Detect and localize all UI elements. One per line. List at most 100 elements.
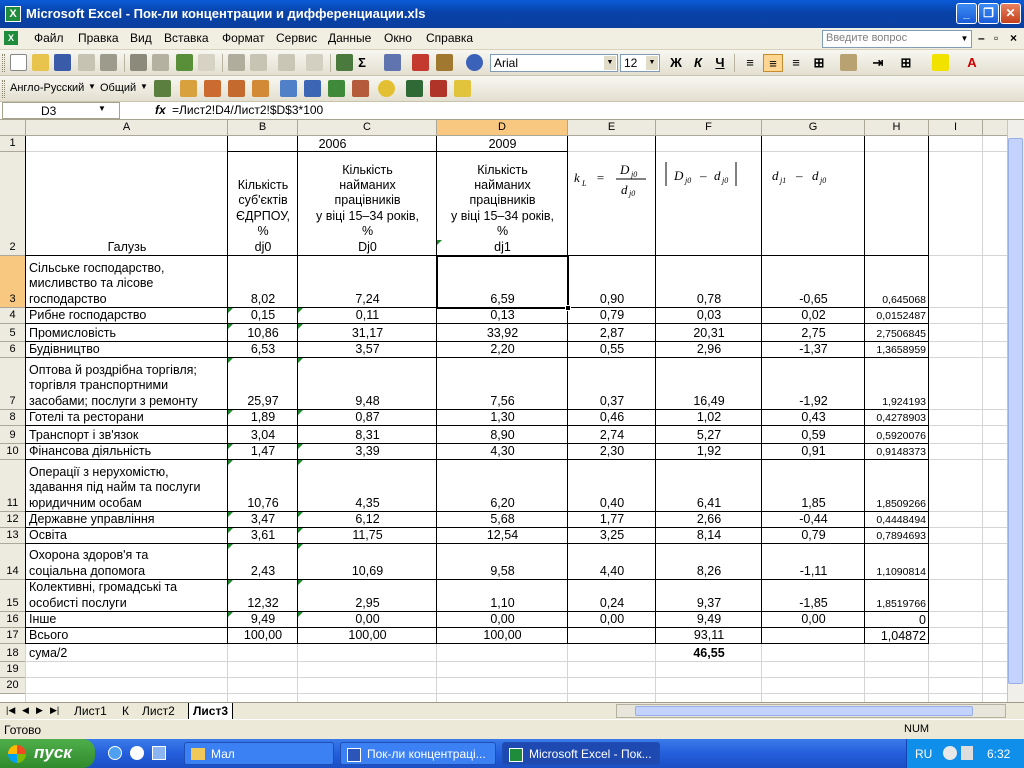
menu-insert[interactable]: Вставка	[164, 31, 209, 45]
cell-d[interactable]: 7,56	[437, 394, 568, 409]
column-header-a[interactable]: A	[26, 120, 228, 136]
cell-g[interactable]: 0,43	[762, 410, 865, 425]
tool-icon-5[interactable]	[280, 80, 297, 97]
tool-icon-1[interactable]	[180, 80, 197, 97]
cell-f[interactable]: 8,26	[656, 564, 762, 579]
task-folder[interactable]: Мал	[184, 742, 334, 765]
task-word[interactable]: Пок-ли концентраці...	[340, 742, 496, 765]
row-header-1[interactable]: 1	[0, 136, 26, 152]
cell-f[interactable]: 5,27	[656, 428, 762, 443]
cell-branch-name[interactable]: особисті послуги	[26, 596, 228, 611]
row-header-13[interactable]: 13	[0, 528, 26, 544]
tab-last-icon[interactable]: ▶|	[50, 705, 59, 716]
cell-branch-name[interactable]: Сільське господарство,	[26, 261, 228, 276]
cell-g[interactable]: -0,44	[762, 512, 865, 527]
column-header-e[interactable]: E	[568, 120, 656, 136]
cell-d[interactable]: 6,20	[437, 496, 568, 511]
cell-f[interactable]: 1,92	[656, 444, 762, 459]
print-icon[interactable]	[130, 54, 147, 71]
cell-h[interactable]: 1,1090814	[865, 565, 929, 580]
tab-sheet2[interactable]: Лист2	[138, 703, 179, 719]
cell-f[interactable]: 0,03	[656, 308, 762, 323]
font-color-icon[interactable]: A	[962, 54, 982, 72]
cell-d[interactable]: 4,30	[437, 444, 568, 459]
cell-h[interactable]: 2,7506845	[865, 327, 929, 342]
doc-restore-icon[interactable]: ▫	[994, 31, 998, 45]
column-header-b[interactable]: B	[228, 120, 298, 136]
tab-first-icon[interactable]: |◀	[6, 705, 15, 716]
cell-h[interactable]: 0,7894693	[865, 529, 929, 544]
cell-b[interactable]: 2,43	[228, 564, 298, 579]
cell-d[interactable]: 12,54	[437, 528, 568, 543]
cell-branch-name[interactable]: Промисловість	[26, 326, 228, 341]
row-header-18[interactable]: 18	[0, 644, 26, 662]
cell-f[interactable]: 9,37	[656, 596, 762, 611]
cell-b[interactable]: 1,47	[228, 444, 298, 459]
underline-button[interactable]: Ч	[710, 54, 730, 72]
cell-branch-name[interactable]: Всього	[26, 628, 228, 643]
quicklaunch-ie-icon[interactable]	[108, 746, 122, 760]
cell-d[interactable]: 8,90	[437, 428, 568, 443]
cell-f[interactable]: 6,41	[656, 496, 762, 511]
autosum-icon[interactable]: Σ	[352, 54, 372, 72]
row-header-12[interactable]: 12	[0, 512, 26, 528]
cell-e[interactable]: 0,55	[568, 342, 656, 357]
cell-d[interactable]: 2,20	[437, 342, 568, 357]
cell-g[interactable]: -1,11	[762, 564, 865, 579]
cell-e[interactable]: 0,46	[568, 410, 656, 425]
dictionary-dropdown-icon[interactable]: ▼	[88, 82, 96, 91]
cell-g[interactable]: -1,85	[762, 596, 865, 611]
cell-d[interactable]: 1,10	[437, 596, 568, 611]
horizontal-scrollbar[interactable]	[616, 704, 1006, 718]
cell-g[interactable]: 1,85	[762, 496, 865, 511]
menu-edit[interactable]: Правка	[78, 31, 119, 45]
cell-b[interactable]: 8,02	[228, 292, 298, 307]
cell-e[interactable]: 2,74	[568, 428, 656, 443]
cell-e[interactable]: 1,77	[568, 512, 656, 527]
cell-e[interactable]: 4,40	[568, 564, 656, 579]
insert-function-icon[interactable]: fx	[155, 103, 166, 117]
cell-c[interactable]: 0,00	[298, 612, 437, 627]
doc-close-icon[interactable]: ×	[1010, 31, 1017, 45]
cell-d[interactable]: 100,00	[437, 628, 568, 643]
row-header-9[interactable]: 9	[0, 426, 26, 444]
cell-c[interactable]: 8,31	[298, 428, 437, 443]
row-header-11[interactable]: 11	[0, 460, 26, 512]
column-header-c[interactable]: C	[298, 120, 437, 136]
cell-h[interactable]: 0,645068	[865, 293, 929, 308]
ask-dropdown-icon[interactable]: ▼	[958, 31, 971, 47]
cell-h[interactable]: 1,924193	[865, 395, 929, 410]
cell-branch-name[interactable]: засобами; послуги з ремонту	[26, 394, 228, 409]
tab-k[interactable]: К	[118, 703, 133, 719]
cell-d[interactable]: 5,68	[437, 512, 568, 527]
new-icon[interactable]	[10, 54, 27, 71]
cell-c[interactable]: 9,48	[298, 394, 437, 409]
fill-color-icon[interactable]	[932, 54, 949, 71]
row-header-3[interactable]: 3	[0, 256, 26, 308]
cell-b[interactable]: 3,61	[228, 528, 298, 543]
row-header-14[interactable]: 14	[0, 544, 26, 580]
menu-file[interactable]: Файл	[34, 31, 64, 45]
cell-b[interactable]: 3,47	[228, 512, 298, 527]
undo-icon[interactable]	[278, 54, 295, 71]
cell-e[interactable]: 0,37	[568, 394, 656, 409]
row-header-6[interactable]: 6	[0, 342, 26, 358]
font-name-select[interactable]: Arial ▼	[490, 54, 618, 72]
tool-icon-9[interactable]	[378, 80, 395, 97]
dictionary-select[interactable]: Англо-Русский	[10, 82, 84, 94]
cell-b[interactable]: 1,89	[228, 410, 298, 425]
cell-b[interactable]: 10,86	[228, 326, 298, 341]
row-header-8[interactable]: 8	[0, 410, 26, 426]
quicklaunch-media-icon[interactable]	[130, 746, 144, 760]
cell-d[interactable]: 1,30	[437, 410, 568, 425]
cell-c[interactable]: 4,35	[298, 496, 437, 511]
cell-b[interactable]: 25,97	[228, 394, 298, 409]
font-dropdown-icon[interactable]: ▼	[604, 56, 616, 70]
column-header-f[interactable]: F	[656, 120, 762, 136]
row-header-2[interactable]: 2	[0, 152, 26, 256]
menu-data[interactable]: Данные	[328, 31, 371, 45]
menu-view[interactable]: Вид	[130, 31, 152, 45]
quicklaunch-desktop-icon[interactable]	[152, 746, 166, 760]
tool-icon-6[interactable]	[304, 80, 321, 97]
open-icon[interactable]	[32, 54, 49, 71]
